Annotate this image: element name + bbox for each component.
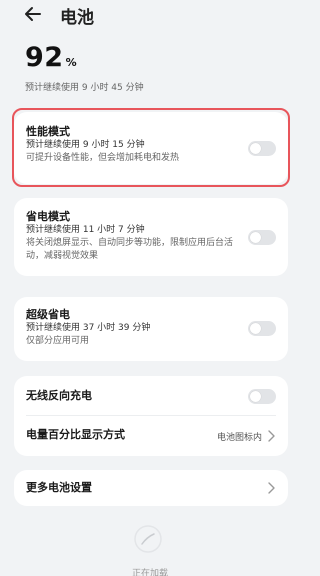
chevron-right-icon	[268, 482, 275, 494]
power-saving-mode-estimate: 预计继续使用 11 小时 7 分钟	[26, 225, 145, 235]
ultra-power-saving-card[interactable]: 超级省电 预计继续使用 37 小时 39 分钟 仅部分应用可用	[14, 297, 288, 361]
performance-mode-estimate: 预计继续使用 9 小时 15 分钟	[26, 140, 145, 150]
toggle-knob	[250, 232, 261, 243]
battery-estimate: 预计继续使用 9 小时 45 分钟	[25, 83, 144, 93]
battery-level-value: 92	[25, 42, 64, 73]
ultra-power-saving-estimate: 预计继续使用 37 小时 39 分钟	[26, 323, 151, 333]
charging-settings-card: 无线反向充电 电量百分比显示方式 电池图标内	[14, 376, 288, 456]
percentage-display-value: 电池图标内	[216, 433, 262, 443]
wireless-reverse-charging-toggle[interactable]	[248, 389, 276, 404]
toggle-knob	[250, 323, 261, 334]
loading-spinner-icon	[134, 525, 162, 553]
power-saving-mode-toggle[interactable]	[248, 230, 276, 245]
performance-mode-toggle[interactable]	[248, 141, 276, 156]
header-bar: 电池	[0, 0, 300, 30]
more-battery-settings-row[interactable]: 更多电池设置	[14, 470, 288, 506]
wireless-reverse-charging-label: 无线反向充电	[26, 389, 92, 402]
power-saving-mode-title: 省电模式	[26, 210, 70, 223]
toggle-knob	[250, 143, 261, 154]
performance-mode-card[interactable]: 性能模式 预计继续使用 9 小时 15 分钟 可提升设备性能，但会增加耗电和发热	[14, 112, 288, 184]
ultra-power-saving-title: 超级省电	[26, 308, 70, 321]
power-saving-mode-card[interactable]: 省电模式 预计继续使用 11 小时 7 分钟 将关闭熄屏显示、自动同步等功能，限…	[14, 198, 288, 276]
wireless-reverse-charging-row[interactable]: 无线反向充电	[26, 389, 276, 403]
back-arrow-icon[interactable]	[22, 3, 44, 25]
battery-level: 92 %	[25, 42, 77, 73]
loading-label: 正在加载	[131, 569, 168, 576]
ultra-power-saving-toggle[interactable]	[248, 321, 276, 336]
page-title: 电池	[60, 8, 94, 28]
chevron-right-icon	[268, 430, 275, 442]
battery-level-unit: %	[65, 56, 77, 69]
performance-mode-description: 可提升设备性能，但会增加耗电和发热	[26, 153, 180, 163]
ultra-power-saving-description: 仅部分应用可用	[26, 336, 90, 346]
performance-mode-title: 性能模式	[26, 125, 70, 138]
divider	[26, 415, 276, 416]
more-battery-settings-label: 更多电池设置	[26, 481, 92, 494]
toggle-knob	[250, 391, 261, 402]
power-saving-mode-description: 将关闭熄屏显示、自动同步等功能，限制应用后台活动，减弱视觉效果	[26, 238, 234, 261]
